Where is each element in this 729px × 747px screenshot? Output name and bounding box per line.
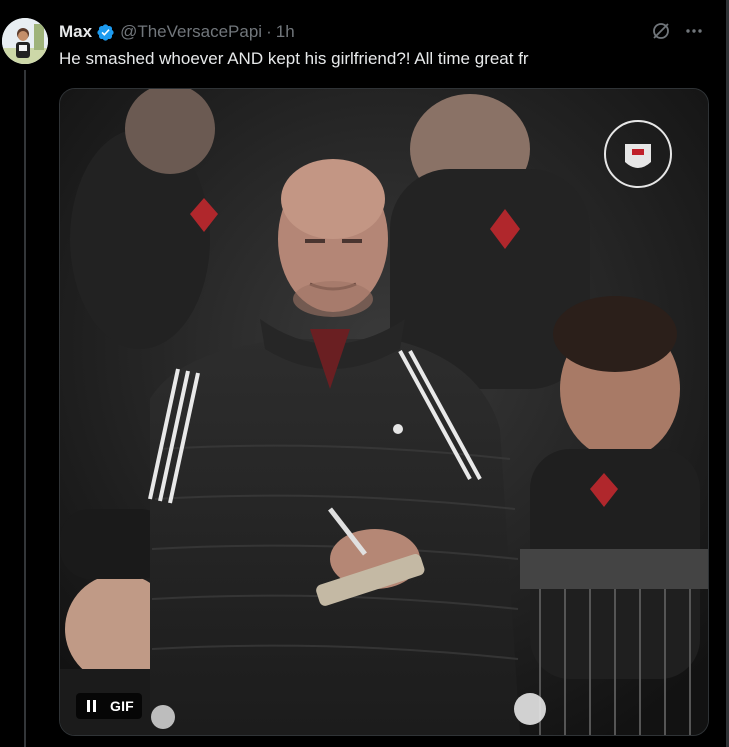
tweet-text: He smashed whoever AND kept his girlfrie… bbox=[59, 49, 529, 68]
handle[interactable]: @TheVersacePapi bbox=[120, 22, 262, 42]
gif-media[interactable]: GIF bbox=[59, 88, 709, 736]
display-name[interactable]: Max bbox=[59, 22, 92, 42]
more-options-icon[interactable] bbox=[683, 20, 705, 42]
tweet-header: Max @TheVersacePapi · 1h bbox=[59, 21, 295, 43]
grok-icon[interactable] bbox=[650, 20, 672, 42]
verified-badge-icon bbox=[96, 23, 115, 42]
timestamp[interactable]: 1h bbox=[276, 22, 295, 42]
separator-dot: · bbox=[266, 22, 272, 41]
gif-label: GIF bbox=[110, 698, 134, 714]
avatar-image bbox=[2, 18, 48, 64]
thread-line bbox=[24, 70, 26, 747]
pause-icon[interactable] bbox=[82, 693, 102, 719]
gif-frame-image bbox=[60, 89, 708, 735]
avatar[interactable] bbox=[2, 18, 48, 64]
gif-controls: GIF bbox=[76, 693, 142, 719]
